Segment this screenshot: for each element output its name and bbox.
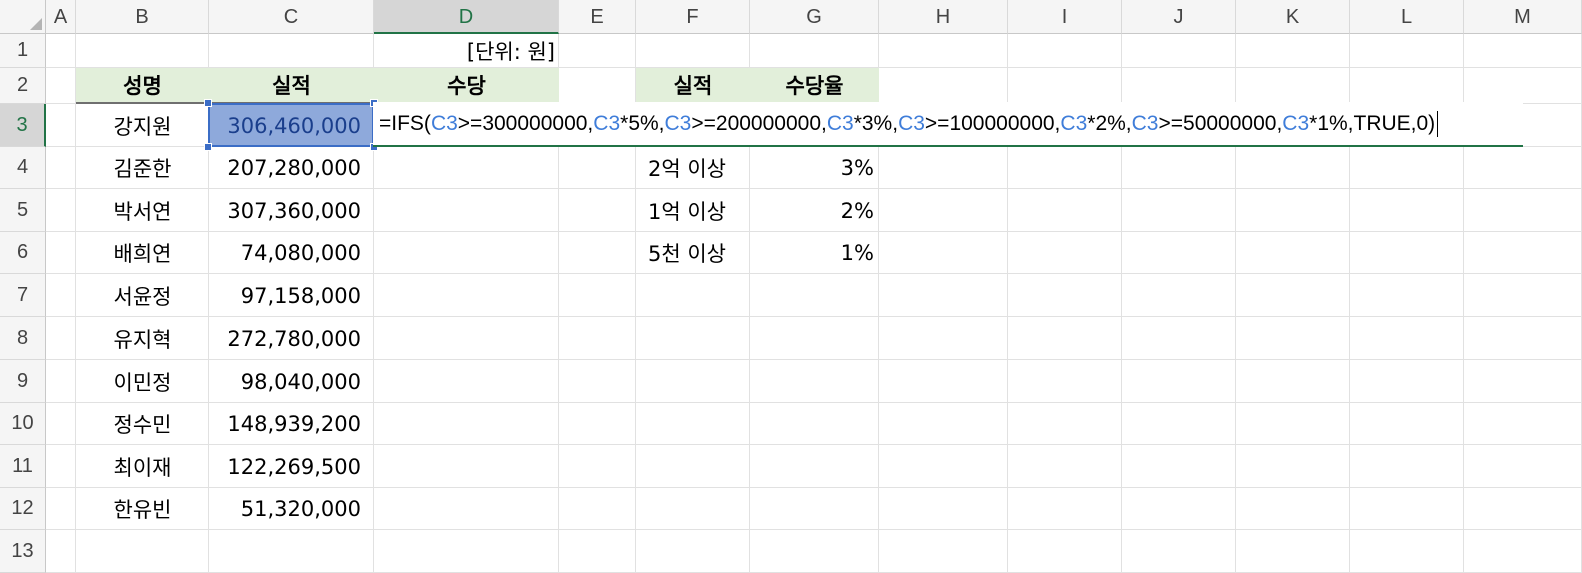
cell-name[interactable]: 서윤정 <box>76 274 209 317</box>
formula-segment: *2%, <box>1087 111 1132 135</box>
cell-name[interactable]: 한유빈 <box>76 488 209 530</box>
column-header-d[interactable]: D <box>374 0 559 34</box>
formula-cell-reference: C3 <box>593 111 621 135</box>
cell-name[interactable]: 이민정 <box>76 360 209 403</box>
row-header-3[interactable]: 3 <box>0 104 46 147</box>
rate-label[interactable]: 5천 이상 <box>636 232 750 274</box>
cell-name[interactable]: 박서연 <box>76 189 209 232</box>
row-header-2[interactable]: 2 <box>0 68 46 104</box>
spreadsheet: ABCDEFGHIJKLM 1 2 3 4 5 6 7 8 9 10 11 12 13 [단위: 원] … <box>0 0 1582 573</box>
column-header-c[interactable]: C <box>209 0 374 34</box>
select-all-corner[interactable] <box>0 0 46 34</box>
rate-value[interactable]: 1% <box>750 232 879 274</box>
formula-text: =IFS(C3>=300000000,C3*5%,C3>=200000000,C… <box>379 112 1435 136</box>
row-header-4[interactable]: 4 <box>0 147 46 189</box>
row-header-13[interactable]: 13 <box>0 530 46 573</box>
cell-performance[interactable]: 97,158,000 <box>209 274 374 317</box>
rate-value[interactable]: 3% <box>750 147 879 189</box>
formula-segment: >=100000000, <box>924 111 1061 135</box>
column-header-h[interactable]: H <box>879 0 1008 34</box>
cell-name[interactable]: 최이재 <box>76 445 209 488</box>
header-allowance[interactable]: 수당 <box>374 68 559 104</box>
rate-header-rate[interactable]: 수당율 <box>750 68 879 104</box>
row-header-12[interactable]: 12 <box>0 488 46 530</box>
column-header-a[interactable]: A <box>46 0 76 34</box>
row-header-9[interactable]: 9 <box>0 360 46 403</box>
formula-segment: *3%, <box>853 111 899 135</box>
formula-cell-reference: C3 <box>826 111 854 135</box>
header-performance[interactable]: 실적 <box>209 68 374 104</box>
row-header-10[interactable]: 10 <box>0 403 46 445</box>
formula-segment: =IFS( <box>379 111 431 135</box>
rate-header-performance[interactable]: 실적 <box>636 68 750 104</box>
column-header-k[interactable]: K <box>1236 0 1350 34</box>
rate-value[interactable]: 2% <box>750 189 879 232</box>
cell-performance[interactable]: 307,360,000 <box>209 189 374 232</box>
column-header-i[interactable]: I <box>1008 0 1122 34</box>
row-header-5[interactable]: 5 <box>0 189 46 232</box>
cell-performance[interactable]: 98,040,000 <box>209 360 374 403</box>
header-name[interactable]: 성명 <box>76 68 209 104</box>
row-header-8[interactable]: 8 <box>0 317 46 360</box>
formula-segment: *5%, <box>620 111 665 135</box>
column-header-j[interactable]: J <box>1122 0 1236 34</box>
formula-segment: >=50000000, <box>1158 111 1283 135</box>
formula-segment: *1%,TRUE,0) <box>1309 111 1436 135</box>
cell-name[interactable]: 정수민 <box>76 403 209 445</box>
cell-name[interactable]: 김준한 <box>76 147 209 189</box>
formula-cell-reference: C3 <box>1131 111 1159 135</box>
cell-name[interactable]: 강지원 <box>76 104 209 147</box>
rate-label[interactable]: 1억 이상 <box>636 189 750 232</box>
formula-segment: >=300000000, <box>457 111 594 135</box>
cell-name[interactable]: 유지혁 <box>76 317 209 360</box>
formula-cell-reference: C3 <box>1060 111 1088 135</box>
column-header-f[interactable]: F <box>636 0 750 34</box>
column-header-m[interactable]: M <box>1464 0 1582 34</box>
unit-note[interactable]: [단위: 원] <box>373 34 559 68</box>
cell-performance[interactable]: 207,280,000 <box>209 147 374 189</box>
column-header-g[interactable]: G <box>750 0 879 34</box>
formula-editor[interactable]: =IFS(C3>=300000000,C3*5%,C3>=200000000,C… <box>373 102 1523 147</box>
formula-cell-reference: C3 <box>898 111 925 135</box>
column-header-b[interactable]: B <box>76 0 209 34</box>
row-header-6[interactable]: 6 <box>0 232 46 274</box>
text-caret <box>1437 110 1439 137</box>
cell-performance[interactable]: 306,460,000 <box>209 104 374 147</box>
formula-cell-reference: C3 <box>1282 111 1310 135</box>
row-header-11[interactable]: 11 <box>0 445 46 488</box>
cell-performance[interactable]: 74,080,000 <box>209 232 374 274</box>
formula-cell-reference: C3 <box>664 111 692 135</box>
row-header-1[interactable]: 1 <box>0 34 46 68</box>
formula-segment: >=200000000, <box>691 111 827 135</box>
formula-cell-reference: C3 <box>430 111 458 135</box>
row-header-7[interactable]: 7 <box>0 274 46 317</box>
cell-performance[interactable]: 272,780,000 <box>209 317 374 360</box>
cell-performance[interactable]: 148,939,200 <box>209 403 374 445</box>
cell-performance[interactable]: 51,320,000 <box>209 488 374 530</box>
cell-performance[interactable]: 122,269,500 <box>209 445 374 488</box>
column-header-l[interactable]: L <box>1350 0 1464 34</box>
cell-name[interactable]: 배희연 <box>76 232 209 274</box>
column-header-e[interactable]: E <box>559 0 636 34</box>
rate-label[interactable]: 2억 이상 <box>636 147 750 189</box>
